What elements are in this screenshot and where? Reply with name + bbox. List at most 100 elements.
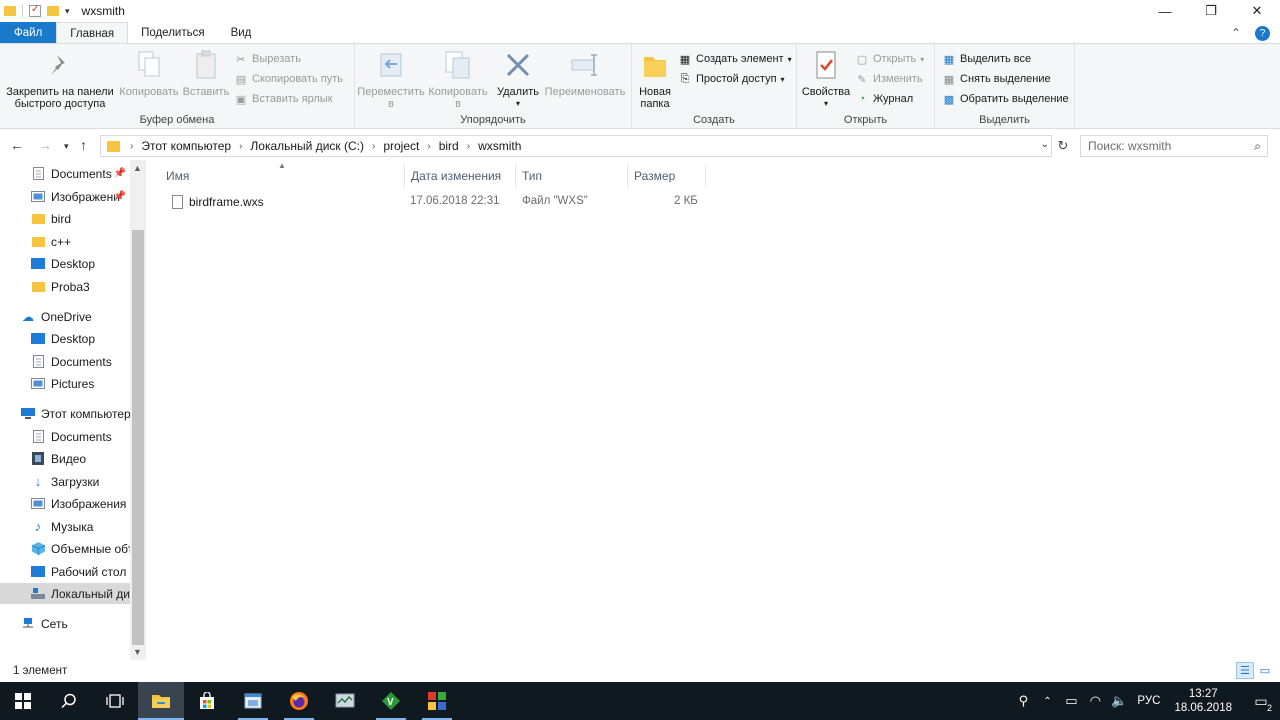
people-icon[interactable]: ⚲ bbox=[1011, 693, 1035, 709]
nav-item-cpp[interactable]: c++ bbox=[0, 231, 130, 252]
chevron-right-icon[interactable]: › bbox=[467, 141, 470, 152]
nav-item-3d-objects[interactable]: Объемные объ bbox=[0, 538, 130, 559]
nav-item-onedrive-desktop[interactable]: Desktop bbox=[0, 328, 130, 349]
breadcrumb-local-disk[interactable]: Локальный диск (C:) bbox=[250, 139, 364, 153]
new-item-button[interactable]: ▦ Создать элемент ▾ bbox=[678, 52, 792, 66]
scroll-down-icon[interactable]: ▼ bbox=[133, 647, 142, 657]
nav-item-this-pc[interactable]: Этот компьютер bbox=[0, 403, 130, 424]
scrollbar-thumb[interactable] bbox=[132, 230, 144, 645]
recent-locations-icon[interactable]: ▾ bbox=[64, 141, 69, 152]
nav-item-videos[interactable]: Видео bbox=[0, 448, 130, 469]
up-arrow-icon[interactable]: ↑ bbox=[80, 137, 87, 153]
move-to-button[interactable]: Переместить в bbox=[357, 48, 425, 110]
forward-arrow-icon[interactable]: → bbox=[38, 137, 52, 153]
taskbar-vim[interactable]: V bbox=[368, 682, 414, 720]
battery-icon[interactable]: ▭ bbox=[1059, 693, 1083, 709]
nav-item-music[interactable]: ♪ Музыка bbox=[0, 516, 130, 537]
volume-icon[interactable]: 🔈 bbox=[1107, 693, 1131, 709]
refresh-icon[interactable]: ↻ bbox=[1054, 135, 1072, 157]
copy-button[interactable]: Копировать bbox=[118, 48, 180, 98]
tab-file[interactable]: Файл bbox=[0, 22, 57, 44]
chevron-down-icon[interactable]: ⌄ bbox=[1041, 139, 1049, 150]
pin-icon[interactable]: 📌 bbox=[114, 191, 126, 202]
nav-item-proba3[interactable]: Proba3 bbox=[0, 276, 130, 297]
nav-item-pc-documents[interactable]: Documents bbox=[0, 426, 130, 447]
nav-item-network[interactable]: Сеть bbox=[0, 613, 130, 634]
close-button[interactable]: ✕ bbox=[1234, 0, 1280, 22]
breadcrumb-project[interactable]: project bbox=[383, 139, 419, 153]
open-button[interactable]: ▢ Открыть ▾ bbox=[855, 52, 924, 66]
nav-item-bird[interactable]: bird bbox=[0, 208, 130, 229]
breadcrumb-wxsmith[interactable]: wxsmith bbox=[478, 139, 521, 153]
nav-item-work-desktop[interactable]: Рабочий стол bbox=[0, 561, 130, 582]
chevron-right-icon[interactable]: › bbox=[130, 141, 133, 152]
minimize-button[interactable]: — bbox=[1142, 0, 1188, 22]
column-header-type[interactable]: Тип bbox=[516, 165, 628, 187]
back-arrow-icon[interactable]: ← bbox=[10, 137, 24, 153]
nav-item-downloads[interactable]: ↓ Загрузки bbox=[0, 471, 130, 492]
column-header-size[interactable]: Размер bbox=[628, 165, 706, 187]
nav-item-onedrive[interactable]: ☁ OneDrive bbox=[0, 306, 130, 327]
details-view-icon[interactable]: ☰ bbox=[1236, 662, 1254, 679]
customize-quick-access-icon[interactable]: ▾ bbox=[65, 6, 70, 17]
address-bar[interactable]: › Этот компьютер › Локальный диск (C:) ›… bbox=[100, 135, 1052, 157]
nav-item-desktop[interactable]: Desktop bbox=[0, 253, 130, 274]
taskbar-task-manager[interactable] bbox=[322, 682, 368, 720]
taskbar-file-explorer[interactable] bbox=[138, 682, 184, 720]
nav-item-local-disk[interactable]: Локальный дис bbox=[0, 583, 130, 604]
breadcrumb-this-pc[interactable]: Этот компьютер bbox=[141, 139, 231, 153]
tab-home[interactable]: Главная bbox=[56, 22, 129, 44]
select-none-button[interactable]: ▦ Снять выделение bbox=[942, 72, 1051, 86]
pin-icon[interactable]: 📌 bbox=[114, 168, 126, 179]
rename-button[interactable]: Переименовать bbox=[543, 48, 627, 98]
chevron-right-icon[interactable]: › bbox=[239, 141, 242, 152]
select-all-button[interactable]: ▦ Выделить все bbox=[942, 52, 1031, 66]
nav-scrollbar[interactable]: ▲ ▼ bbox=[130, 160, 146, 660]
search-taskbar-button[interactable] bbox=[46, 682, 92, 720]
taskbar-app-window[interactable] bbox=[230, 682, 276, 720]
show-hidden-icons-icon[interactable]: ⌃ bbox=[1035, 696, 1059, 707]
pin-quick-access-button[interactable]: Закрепить на панели быстрого доступа bbox=[4, 48, 116, 110]
chevron-right-icon[interactable]: › bbox=[372, 141, 375, 152]
nav-item-documents-pinned[interactable]: Documents 📌 bbox=[0, 163, 130, 184]
large-icons-view-icon[interactable]: ▭ bbox=[1256, 662, 1274, 679]
history-button[interactable]: ◔ Журнал bbox=[855, 92, 913, 106]
cut-button[interactable]: ✂ Вырезать bbox=[234, 52, 301, 66]
clock[interactable]: 13:27 18.06.2018 bbox=[1174, 687, 1232, 715]
table-row[interactable]: birdframe.wxs 17.06.2018 22:31 Файл "WXS… bbox=[166, 193, 706, 213]
breadcrumb-bird[interactable]: bird bbox=[439, 139, 459, 153]
help-icon[interactable]: ? bbox=[1255, 25, 1270, 41]
column-header-name[interactable]: Имя ▲ bbox=[160, 161, 404, 187]
task-view-button[interactable] bbox=[92, 682, 138, 720]
copy-to-button[interactable]: Копировать в bbox=[425, 48, 491, 110]
scroll-up-icon[interactable]: ▲ bbox=[133, 163, 142, 173]
nav-item-pictures-pinned[interactable]: Изображени 📌 bbox=[0, 186, 130, 207]
delete-dropdown-icon[interactable]: ▾ bbox=[516, 98, 520, 110]
collapse-ribbon-icon[interactable]: ⌃ bbox=[1231, 26, 1241, 40]
tab-view[interactable]: Вид bbox=[218, 22, 265, 44]
paste-button[interactable]: Вставить bbox=[182, 48, 230, 98]
invert-selection-button[interactable]: ▩ Обратить выделение bbox=[942, 92, 1069, 106]
action-center-button[interactable]: ▭ 2 bbox=[1242, 682, 1280, 720]
tab-share[interactable]: Поделиться bbox=[128, 22, 218, 44]
properties-dropdown-icon[interactable]: ▾ bbox=[824, 98, 828, 110]
new-folder-button[interactable]: Новая папка bbox=[636, 48, 674, 110]
copy-path-button[interactable]: ▤ Скопировать путь bbox=[234, 72, 343, 86]
nav-item-onedrive-documents[interactable]: Documents bbox=[0, 351, 130, 372]
taskbar-codeblocks[interactable] bbox=[414, 682, 460, 720]
paste-shortcut-button[interactable]: ▣ Вставить ярлык bbox=[234, 92, 333, 106]
properties-button[interactable]: Свойства ▾ bbox=[801, 48, 851, 110]
properties-quick-icon[interactable] bbox=[29, 4, 41, 17]
new-folder-quick-icon[interactable] bbox=[47, 6, 59, 16]
easy-access-button[interactable]: ⎘ Простой доступ ▾ bbox=[678, 72, 785, 86]
input-language[interactable]: РУС bbox=[1137, 695, 1160, 707]
start-button[interactable] bbox=[0, 682, 46, 720]
chevron-right-icon[interactable]: › bbox=[427, 141, 430, 152]
nav-item-onedrive-pictures[interactable]: Pictures bbox=[0, 373, 130, 394]
delete-button[interactable]: Удалить ▾ bbox=[495, 48, 541, 110]
nav-item-pictures[interactable]: Изображения bbox=[0, 493, 130, 514]
taskbar-firefox[interactable] bbox=[276, 682, 322, 720]
edit-button[interactable]: ✎ Изменить bbox=[855, 72, 922, 86]
column-header-date[interactable]: Дата изменения bbox=[404, 165, 516, 187]
taskbar-store[interactable] bbox=[184, 682, 230, 720]
